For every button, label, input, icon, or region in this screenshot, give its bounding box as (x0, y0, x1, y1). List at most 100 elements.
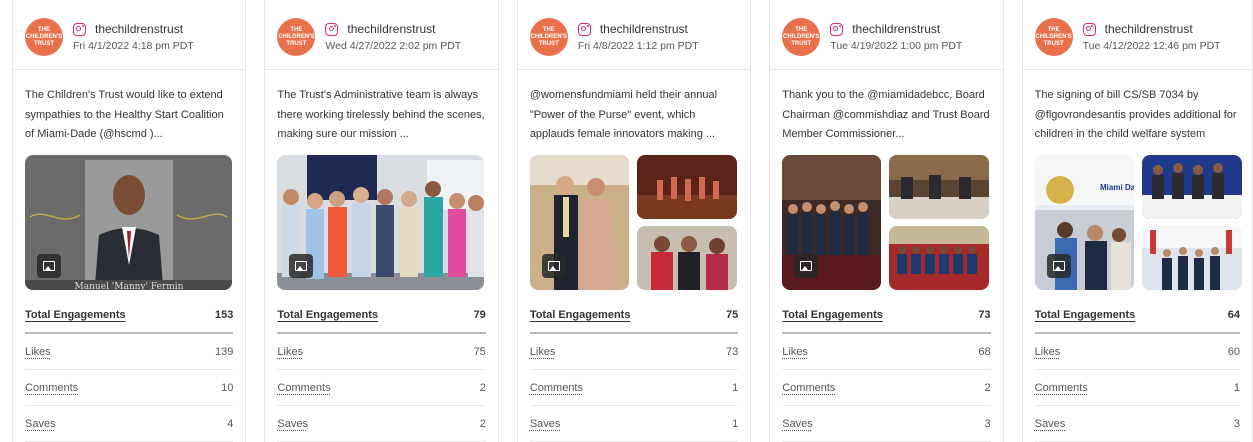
post-caption: The signing of bill CS/SB 7034 by @flgov… (1034, 89, 1237, 140)
stat-value: 64 (1227, 309, 1241, 321)
stat-label[interactable]: Saves (277, 418, 308, 430)
post-media[interactable] (529, 155, 737, 290)
stat-label[interactable]: Saves (1035, 418, 1066, 430)
stat-value: 1 (732, 381, 739, 394)
image-icon (295, 261, 308, 271)
post-card[interactable]: THE CHILDREN'S TRUST thechildrenstrust T… (769, 0, 1004, 442)
stat-saves: Saves 3 (782, 406, 991, 442)
stat-value: 4 (227, 417, 234, 430)
stat-value: 1 (732, 417, 739, 430)
photo-top-right (889, 155, 990, 219)
stat-total-engagements: Total Engagements 79 (277, 298, 486, 334)
stat-label[interactable]: Likes (25, 346, 51, 358)
stat-label[interactable]: Likes (782, 346, 808, 358)
post-caption: The Trust's Administrative team is alway… (277, 89, 485, 140)
stat-label[interactable]: Comments (530, 382, 583, 394)
photo-top-right (636, 155, 737, 219)
post-date: Tue 4/19/2022 1:00 pm PDT (830, 40, 963, 52)
stat-label[interactable]: Total Engagements (530, 309, 631, 321)
post-media[interactable] (277, 155, 485, 290)
stat-saves: Saves 1 (529, 406, 739, 442)
post-header: THE CHILDREN'S TRUST thechildrenstrust T… (1022, 0, 1253, 70)
stat-value: 68 (978, 345, 991, 358)
stat-label[interactable]: Comments (277, 382, 330, 394)
engagement-stats: Total Engagements 75 Likes 73 Comments 1… (529, 298, 739, 442)
image-caption-text: Manuel 'Manny' Fermin (75, 282, 184, 290)
stat-value: 2 (479, 381, 486, 394)
stat-label[interactable]: Likes (530, 346, 556, 358)
stat-label[interactable]: Total Engagements (1035, 309, 1136, 321)
post-header: THE CHILDREN'S TRUST thechildrenstrust F… (517, 0, 751, 70)
post-media[interactable]: Miami Dade College (1034, 155, 1242, 290)
stat-value: 79 (473, 309, 486, 321)
instagram-icon (73, 22, 86, 36)
engagement-stats: Total Engagements 79 Likes 75 Comments 2… (277, 298, 486, 442)
stat-label[interactable]: Saves (530, 418, 561, 430)
avatar: THE CHILDREN'S TRUST (1034, 18, 1073, 56)
instagram-icon (1082, 22, 1096, 36)
gallery-icon (1052, 261, 1065, 271)
instagram-icon (577, 22, 591, 36)
post-header: THE CHILDREN'S TRUST thechildrenstrust W… (265, 0, 498, 70)
photo-top-right (1141, 155, 1242, 219)
media-type-badge (794, 254, 819, 278)
stat-label[interactable]: Saves (25, 418, 56, 430)
stat-value: 1 (1233, 381, 1241, 394)
engagement-stats: Total Engagements 64 Likes 60 Comments 1… (1034, 298, 1241, 442)
stat-value: 75 (473, 345, 486, 358)
instagram-icon (325, 22, 339, 36)
photo-bottom-right (1141, 226, 1242, 290)
post-card[interactable]: THE CHILDREN'S TRUST thechildrenstrust W… (264, 0, 499, 442)
post-date: Wed 4/27/2022 2:02 pm PDT (325, 40, 462, 52)
stat-total-engagements: Total Engagements 153 (25, 298, 234, 334)
post-header: THE CHILDREN'S TRUST thechildrenstrust F… (13, 0, 246, 70)
post-date: Fri 4/1/2022 4:18 pm PDT (73, 40, 194, 52)
account-handle: thechildrenstrust (347, 22, 436, 36)
stat-comments: Comments 1 (529, 370, 739, 406)
stat-value: 3 (984, 417, 991, 430)
stat-label[interactable]: Saves (782, 418, 813, 430)
stat-label[interactable]: Likes (1035, 346, 1061, 358)
media-type-badge (541, 254, 566, 278)
stat-label[interactable]: Comments (782, 382, 835, 394)
stat-total-engagements: Total Engagements 64 (1034, 298, 1241, 334)
stat-label[interactable]: Comments (1035, 382, 1088, 394)
post-card[interactable]: THE CHILDREN'S TRUST thechildrenstrust F… (516, 0, 752, 442)
stat-saves: Saves 3 (1034, 406, 1241, 442)
avatar: THE CHILDREN'S TRUST (529, 18, 568, 56)
post-caption: Thank you to the @miamidadebcc, Board Ch… (782, 89, 990, 140)
stat-label[interactable]: Total Engagements (782, 309, 883, 321)
stat-comments: Comments 1 (1034, 370, 1241, 406)
stat-saves: Saves 4 (25, 406, 234, 442)
stat-label[interactable]: Likes (277, 346, 303, 358)
post-caption: The Children's Trust would like to exten… (25, 89, 224, 140)
stat-likes: Likes 75 (277, 334, 486, 370)
stat-value: 2 (479, 417, 486, 430)
post-header: THE CHILDREN'S TRUST thechildrenstrust T… (770, 0, 1003, 70)
stat-comments: Comments 2 (277, 370, 486, 406)
post-card[interactable]: THE CHILDREN'S TRUST thechildrenstrust F… (12, 0, 247, 442)
post-date: Fri 4/8/2022 1:12 pm PDT (577, 40, 699, 52)
stat-value: 60 (1227, 345, 1241, 358)
post-card[interactable]: THE CHILDREN'S TRUST thechildrenstrust T… (1021, 0, 1253, 442)
photo-bottom-right (636, 226, 737, 290)
post-media[interactable] (782, 155, 990, 290)
stat-value: 3 (1233, 417, 1241, 430)
photo-bottom-right (889, 226, 990, 290)
engagement-stats: Total Engagements 73 Likes 68 Comments 2… (782, 298, 991, 442)
stat-value: 75 (725, 309, 739, 321)
stat-value: 73 (978, 309, 991, 321)
media-type-badge (289, 254, 314, 278)
stat-likes: Likes 60 (1034, 334, 1241, 370)
post-media[interactable]: Manuel 'Manny' Fermin (25, 155, 232, 290)
stat-label[interactable]: Comments (25, 382, 78, 394)
stat-value: 10 (221, 381, 234, 394)
stat-label[interactable]: Total Engagements (277, 309, 378, 321)
image-icon (43, 261, 55, 271)
instagram-icon (830, 22, 844, 36)
stat-value: 73 (725, 345, 739, 358)
image-caption-text: Miami Dade College (1100, 183, 1134, 192)
stat-label[interactable]: Total Engagements (25, 309, 126, 321)
gallery-icon (547, 261, 560, 271)
engagement-stats: Total Engagements 153 Likes 139 Comments… (25, 298, 234, 442)
